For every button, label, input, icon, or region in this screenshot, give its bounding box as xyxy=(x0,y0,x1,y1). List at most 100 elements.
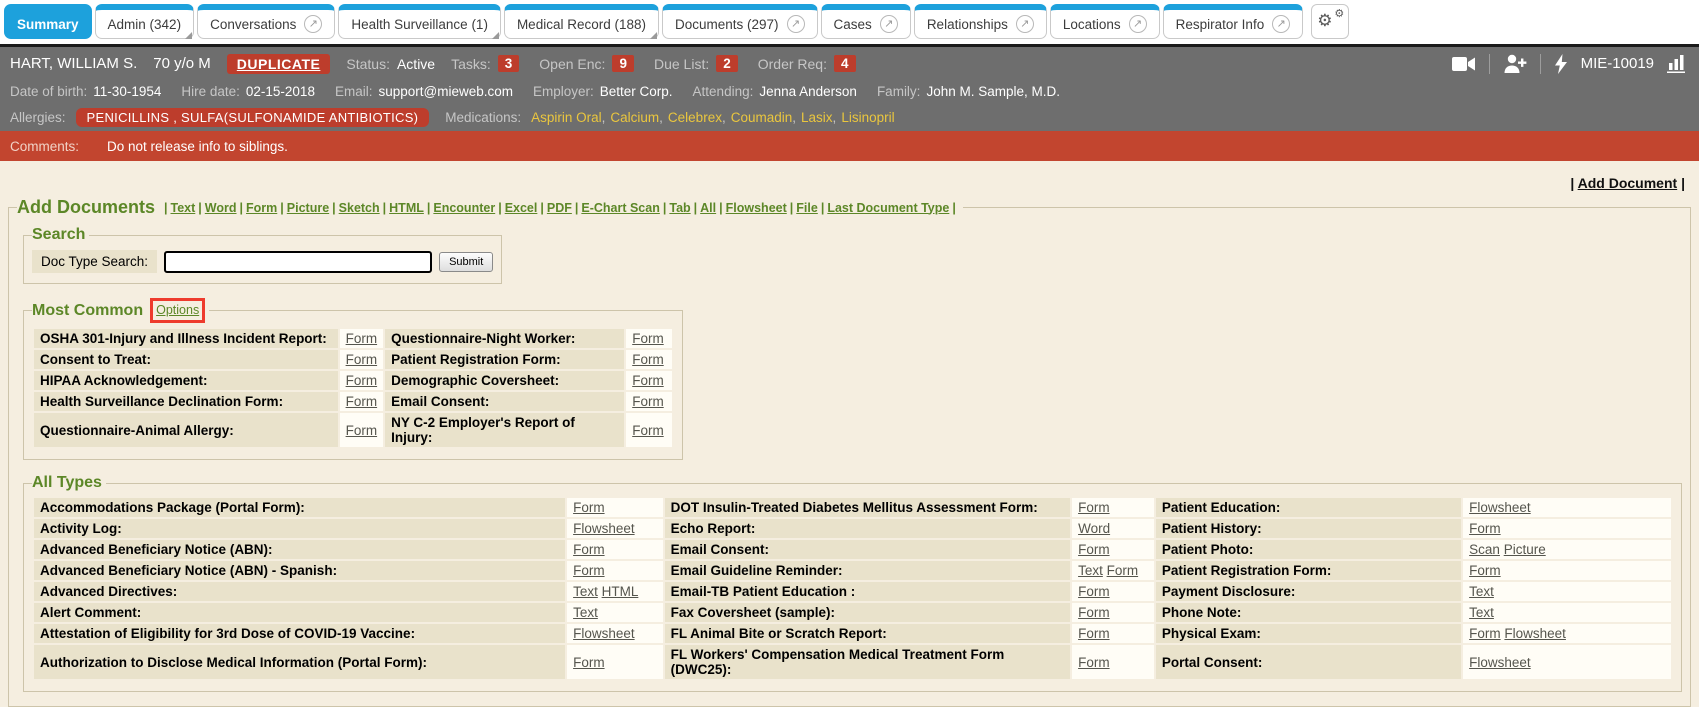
doc-link-text[interactable]: Text xyxy=(573,584,598,599)
duplicate-flag-button[interactable]: DUPLICATE xyxy=(227,54,331,74)
doc-link-form[interactable]: Form xyxy=(346,331,378,346)
popout-icon[interactable]: ↗ xyxy=(1129,15,1147,33)
doc-type-search-input[interactable] xyxy=(164,251,432,273)
type-link-text[interactable]: Text xyxy=(171,201,196,215)
doc-link-form[interactable]: Form xyxy=(346,394,378,409)
doc-link-text[interactable]: Text xyxy=(1469,605,1494,620)
type-link-form[interactable]: Form xyxy=(246,201,277,215)
main-content: | Add Document | Add Documents |Text|Wor… xyxy=(0,161,1699,707)
doc-link-form[interactable]: Form xyxy=(632,331,664,346)
type-link-flowsheet[interactable]: Flowsheet xyxy=(726,201,787,215)
tab-respirator-info[interactable]: Respirator Info↗ xyxy=(1163,4,1304,39)
type-link-e-chart-scan[interactable]: E-Chart Scan xyxy=(581,201,660,215)
type-link-pdf[interactable]: PDF xyxy=(547,201,572,215)
doc-link-picture[interactable]: Picture xyxy=(1504,542,1546,557)
type-link-all[interactable]: All xyxy=(700,201,716,215)
medication-link-aspirin-oral[interactable]: Aspirin Oral xyxy=(531,110,602,125)
doc-link-html[interactable]: HTML xyxy=(602,584,639,599)
counter-open-enc: Open Enc:9 xyxy=(539,55,634,72)
type-link-encounter[interactable]: Encounter xyxy=(433,201,495,215)
doc-link-form[interactable]: Form xyxy=(1469,521,1501,536)
doc-link-flowsheet[interactable]: Flowsheet xyxy=(573,521,635,536)
doc-link-form[interactable]: Form xyxy=(632,373,664,388)
doc-link-form[interactable]: Form xyxy=(573,655,605,670)
doc-link-form[interactable]: Form xyxy=(573,542,605,557)
submit-button[interactable]: Submit xyxy=(439,252,493,272)
popout-icon[interactable]: ↗ xyxy=(787,15,805,33)
doc-link-form[interactable]: Form xyxy=(1078,500,1110,515)
medication-link-lisinopril[interactable]: Lisinopril xyxy=(841,110,894,125)
tab-relationships[interactable]: Relationships↗ xyxy=(914,4,1047,39)
tab-cases[interactable]: Cases↗ xyxy=(821,4,911,39)
tab-conversations[interactable]: Conversations↗ xyxy=(197,4,335,39)
tab-documents-297[interactable]: Documents (297)↗ xyxy=(662,4,818,39)
doc-link-word[interactable]: Word xyxy=(1078,521,1110,536)
counter-tasks: Tasks:3 xyxy=(451,55,519,72)
medication-link-coumadin[interactable]: Coumadin xyxy=(731,110,793,125)
doc-link-form[interactable]: Form xyxy=(1107,563,1139,578)
doc-link-form[interactable]: Form xyxy=(1469,563,1501,578)
options-link[interactable]: Options xyxy=(156,303,199,317)
counter-badge[interactable]: 4 xyxy=(834,55,856,72)
doc-link-flowsheet[interactable]: Flowsheet xyxy=(573,626,635,641)
medication-link-lasix[interactable]: Lasix xyxy=(801,110,833,125)
counter-badge[interactable]: 9 xyxy=(612,55,634,72)
bar-chart-icon[interactable] xyxy=(1667,54,1689,73)
doc-link-form[interactable]: Form xyxy=(1078,605,1110,620)
doc-link-form[interactable]: Form xyxy=(1078,584,1110,599)
lightning-icon[interactable] xyxy=(1554,54,1568,74)
type-link-excel[interactable]: Excel xyxy=(505,201,538,215)
popout-icon[interactable]: ↗ xyxy=(880,15,898,33)
doc-link-text[interactable]: Text xyxy=(1469,584,1494,599)
doc-link-form[interactable]: Form xyxy=(346,352,378,367)
add-person-icon[interactable] xyxy=(1503,54,1527,73)
tab-locations[interactable]: Locations↗ xyxy=(1050,4,1160,39)
patient-header: HART, WILLIAM S. 70 y/o M DUPLICATE Stat… xyxy=(0,44,1699,131)
table-row: Accommodations Package (Portal Form):For… xyxy=(34,498,1671,517)
medication-link-calcium[interactable]: Calcium xyxy=(610,110,659,125)
medication-link-celebrex[interactable]: Celebrex xyxy=(668,110,722,125)
doc-link-form[interactable]: Form xyxy=(573,500,605,515)
doc-link-form[interactable]: Form xyxy=(1469,626,1501,641)
add-document-link[interactable]: Add Document xyxy=(1578,175,1678,191)
popout-icon[interactable]: ↗ xyxy=(1272,15,1290,33)
counter-badge[interactable]: 3 xyxy=(498,55,520,72)
doc-link-form[interactable]: Form xyxy=(1078,655,1110,670)
allergy-alert-badge[interactable]: PENICILLINS , SULFA(SULFONAMIDE ANTIBIOT… xyxy=(76,108,430,127)
pipe: | xyxy=(1570,175,1574,191)
video-camera-icon[interactable] xyxy=(1452,56,1476,72)
doc-link-text[interactable]: Text xyxy=(573,605,598,620)
tab-summary[interactable]: Summary xyxy=(4,4,92,39)
tab-medical-record-188[interactable]: Medical Record (188) xyxy=(504,4,659,39)
type-link-file[interactable]: File xyxy=(796,201,818,215)
popout-icon[interactable]: ↗ xyxy=(1016,15,1034,33)
all-types-table: Accommodations Package (Portal Form):For… xyxy=(32,496,1673,681)
doc-link-flowsheet[interactable]: Flowsheet xyxy=(1469,655,1531,670)
field-label: Email: xyxy=(335,84,373,99)
doc-link-scan[interactable]: Scan xyxy=(1469,542,1500,557)
tab-admin-342[interactable]: Admin (342) xyxy=(95,4,195,39)
type-link-html[interactable]: HTML xyxy=(389,201,424,215)
doc-link-form[interactable]: Form xyxy=(632,394,664,409)
type-link-last-document-type[interactable]: Last Document Type xyxy=(827,201,949,215)
type-link-picture[interactable]: Picture xyxy=(287,201,329,215)
settings-gears-button[interactable]: ⚙ ⚙ xyxy=(1311,4,1349,39)
doc-link-form[interactable]: Form xyxy=(1078,542,1110,557)
doc-link-form[interactable]: Form xyxy=(346,373,378,388)
options-highlight-box: Options xyxy=(150,298,205,323)
doc-link-text[interactable]: Text xyxy=(1078,563,1103,578)
tab-health-surveillance-1[interactable]: Health Surveillance (1) xyxy=(338,4,501,39)
doc-link-flowsheet[interactable]: Flowsheet xyxy=(1469,500,1531,515)
type-link-sketch[interactable]: Sketch xyxy=(339,201,380,215)
doc-link-form[interactable]: Form xyxy=(632,423,664,438)
doc-link-form[interactable]: Form xyxy=(632,352,664,367)
table-row: Activity Log:FlowsheetEcho Report:WordPa… xyxy=(34,519,1671,538)
type-link-word[interactable]: Word xyxy=(205,201,237,215)
doc-link-form[interactable]: Form xyxy=(346,423,378,438)
doc-link-form[interactable]: Form xyxy=(1078,626,1110,641)
doc-link-flowsheet[interactable]: Flowsheet xyxy=(1504,626,1566,641)
popout-icon[interactable]: ↗ xyxy=(304,15,322,33)
doc-link-form[interactable]: Form xyxy=(573,563,605,578)
counter-badge[interactable]: 2 xyxy=(716,55,738,72)
type-link-tab[interactable]: Tab xyxy=(669,201,690,215)
